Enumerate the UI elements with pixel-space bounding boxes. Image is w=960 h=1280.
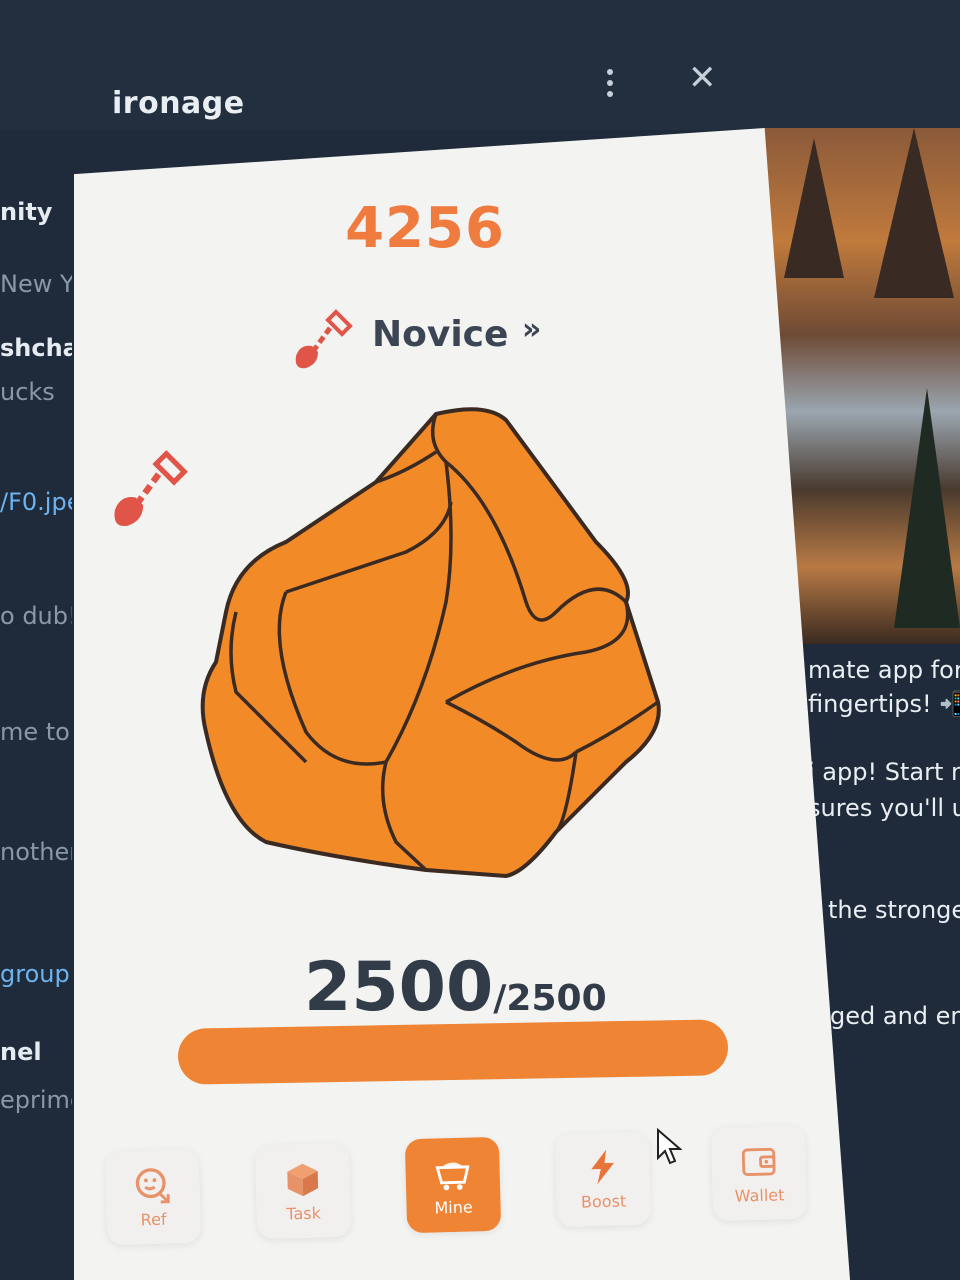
mine-cart-icon bbox=[435, 1162, 470, 1190]
chat-list-fragment[interactable]: nother bbox=[0, 838, 72, 866]
nav-wallet-button[interactable]: Wallet bbox=[710, 1124, 808, 1222]
chat-list-fragment[interactable]: eprime bbox=[0, 1086, 72, 1114]
more-options-icon[interactable] bbox=[598, 64, 622, 100]
wallet-icon bbox=[741, 1147, 776, 1176]
nav-label: Wallet bbox=[734, 1184, 785, 1206]
nav-ref-button[interactable]: Ref bbox=[104, 1148, 202, 1246]
message-text-fragment: mate app for bbox=[808, 656, 960, 684]
chat-list-fragment[interactable]: me to bbox=[0, 718, 72, 746]
close-icon[interactable]: ✕ bbox=[688, 58, 717, 98]
coin-balance: 4256 bbox=[345, 196, 505, 261]
chat-list-fragment[interactable]: shchain bbox=[0, 334, 72, 362]
shovel-icon bbox=[295, 309, 353, 369]
chat-list-fragment[interactable]: o dub! 1 bbox=[0, 602, 72, 630]
nav-label: Task bbox=[286, 1203, 322, 1223]
chat-list-fragment[interactable]: group bbox=[0, 960, 72, 988]
chat-list-fragment[interactable]: /F0.jpe bbox=[0, 488, 72, 516]
message-text-fragment: i app! Start m bbox=[808, 758, 960, 786]
nav-mine-button[interactable]: Mine bbox=[404, 1136, 502, 1234]
message-text-fragment: ged and en bbox=[830, 1002, 960, 1030]
message-text-fragment: fingertips! 📲 bbox=[808, 690, 960, 718]
floating-shovel-icon bbox=[114, 450, 188, 527]
mouse-cursor-icon bbox=[657, 1128, 682, 1165]
nav-label: Ref bbox=[140, 1209, 167, 1229]
chevron-right-icon[interactable]: » bbox=[522, 312, 541, 347]
energy-separator: / bbox=[493, 978, 507, 1019]
energy-progress-fill bbox=[177, 1019, 729, 1085]
chat-list-fragment[interactable]: nel bbox=[0, 1038, 72, 1066]
referral-icon bbox=[135, 1167, 170, 1203]
level-name[interactable]: Novice bbox=[372, 314, 508, 355]
energy-max: 2500 bbox=[506, 978, 607, 1019]
cube-icon bbox=[287, 1163, 319, 1196]
chat-list-fragment[interactable]: New Yea bbox=[0, 270, 72, 298]
nav-boost-button[interactable]: Boost bbox=[554, 1130, 652, 1228]
nav-task-button[interactable]: Task bbox=[254, 1142, 352, 1240]
lightning-icon bbox=[591, 1149, 614, 1184]
message-text-fragment: sures you'll u bbox=[808, 794, 960, 822]
window-title: ironage bbox=[112, 86, 245, 121]
nav-label: Boost bbox=[580, 1190, 627, 1212]
ore-rock-tap-target[interactable] bbox=[196, 402, 666, 878]
energy-counter: 2500/2500 bbox=[304, 948, 607, 1027]
energy-current: 2500 bbox=[304, 948, 494, 1027]
chat-list-fragment[interactable]: ucks bbox=[0, 378, 72, 406]
chat-list-fragment[interactable]: nity bbox=[0, 198, 72, 226]
message-text-fragment: the stronge bbox=[828, 896, 960, 924]
energy-progress-bar bbox=[177, 1019, 729, 1085]
nav-label: Mine bbox=[434, 1196, 473, 1217]
